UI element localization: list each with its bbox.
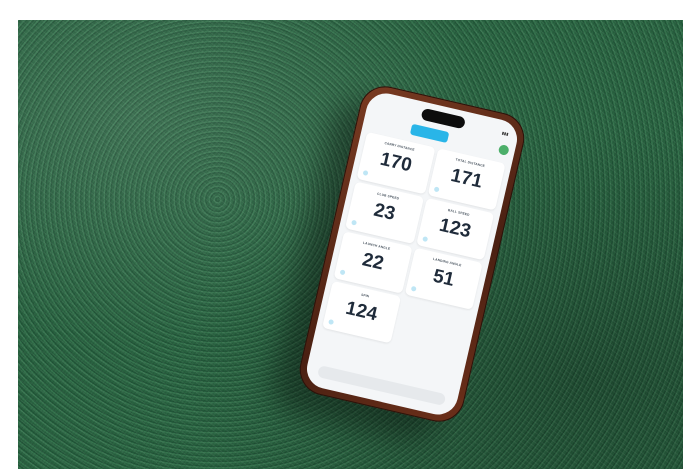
metric-dot-icon <box>433 186 440 193</box>
metric-dot-icon <box>339 269 346 276</box>
metric-dot-icon <box>362 169 369 176</box>
metrics-grid: CARRY DISTANCE 170 TOTAL DISTANCE 171 CL… <box>322 131 506 360</box>
metric-dot-icon <box>421 235 428 242</box>
signal-icon: ▮▮▮ <box>501 130 510 137</box>
metric-dot-icon <box>410 285 417 292</box>
metric-dot-icon <box>351 219 358 226</box>
header-button[interactable] <box>409 123 450 143</box>
metric-dot-icon <box>328 319 335 326</box>
status-indicator-icon[interactable] <box>497 143 510 156</box>
